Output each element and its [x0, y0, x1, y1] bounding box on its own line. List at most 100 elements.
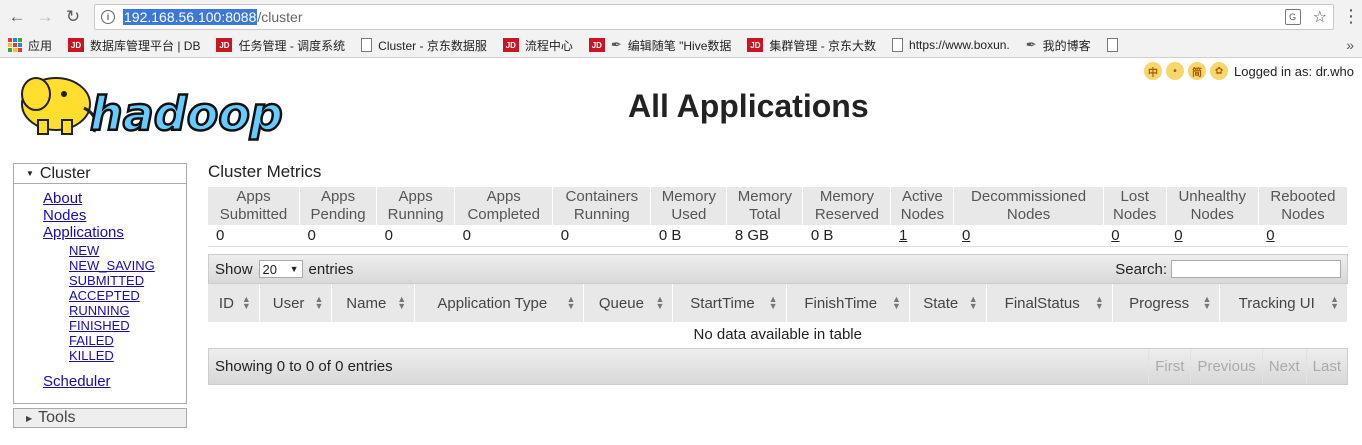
extension-simplified-icon[interactable]: 简	[1188, 62, 1207, 80]
extension-dot-icon[interactable]: •	[1166, 62, 1185, 80]
jd-icon: JD	[216, 38, 233, 52]
document-icon	[1106, 38, 1118, 52]
sidebar-link-state[interactable]: RUNNING	[69, 303, 186, 318]
reload-icon[interactable]: ↻	[62, 6, 84, 28]
metrics-value: 1	[890, 225, 954, 247]
metrics-header-line: Completed	[467, 206, 540, 223]
metrics-value-link[interactable]: 1	[899, 227, 907, 244]
metrics-header: Containers Running	[552, 187, 652, 225]
metrics-header-line: Containers	[565, 188, 639, 205]
bookmark-star-icon[interactable]: ☆	[1313, 7, 1327, 27]
bookmark-item[interactable]: JD 任务管理 - 调度系统	[216, 37, 345, 54]
sidebar-link-applications[interactable]: Applications	[43, 224, 186, 241]
column-header[interactable]: ID ▲ ▼	[208, 284, 260, 322]
info-icon[interactable]: i	[101, 9, 115, 24]
column-header[interactable]: StartTime ▲ ▼	[672, 284, 787, 322]
pager-last-button[interactable]: Last	[1305, 349, 1347, 384]
table-row: No data available in table	[208, 322, 1348, 346]
extension-flower-icon[interactable]: ✿	[1210, 62, 1229, 80]
bookmark-item[interactable]: JD 流程中心	[502, 37, 573, 54]
metrics-header-line: Unhealthy	[1178, 188, 1247, 205]
bookmark-item[interactable]: JD ✒ 编辑随笔 "Hive数据	[588, 37, 732, 54]
metrics-header: Lost Nodes	[1103, 187, 1167, 225]
bookmark-label: 编辑随笔 "Hive数据	[627, 38, 732, 53]
metrics-value: 8 GB	[726, 225, 803, 247]
column-header-label: Application Type	[437, 294, 548, 312]
metrics-header-line: Reserved	[814, 206, 880, 223]
sidebar-link-state[interactable]: NEW_SAVING	[69, 258, 186, 273]
bookmark-item[interactable]: JD 集群管理 - 京东大数	[747, 37, 876, 54]
sort-arrows-icon: ▲ ▼	[397, 294, 407, 311]
bookmark-item[interactable]	[1106, 38, 1124, 52]
search-input[interactable]	[1171, 260, 1341, 278]
column-header[interactable]: Progress ▲ ▼	[1112, 284, 1221, 322]
forward-arrow-icon[interactable]: →	[34, 6, 56, 28]
sidebar: ▼ Cluster About Nodes Applications NEW N…	[13, 163, 187, 428]
metrics-header: Memory Total	[726, 187, 804, 225]
column-header[interactable]: Application Type ▲ ▼	[414, 284, 585, 322]
metrics-value-link[interactable]: 0	[1266, 227, 1274, 244]
more-bookmarks-icon[interactable]: »	[1346, 37, 1354, 53]
bookmark-item[interactable]: ✒ 我的博客	[1026, 37, 1091, 54]
sidebar-link-state[interactable]: NEW	[69, 243, 186, 258]
pen-icon: ✒	[1025, 37, 1037, 52]
metrics-header-line: Nodes	[1281, 206, 1325, 223]
column-header-label: Progress	[1129, 294, 1190, 312]
column-header[interactable]: FinalStatus ▲ ▼	[986, 284, 1113, 322]
tools-toggle[interactable]: ▶ Tools	[13, 408, 187, 428]
pager-first-button[interactable]: First	[1148, 349, 1190, 384]
sidebar-link-state[interactable]: FINISHED	[69, 318, 186, 333]
sort-arrows-icon: ▲ ▼	[655, 294, 665, 311]
sidebar-link-state[interactable]: FAILED	[69, 333, 186, 348]
pager-next-button[interactable]: Next	[1261, 349, 1306, 384]
sort-arrows-icon: ▲ ▼	[1094, 294, 1104, 311]
metrics-header: Rebooted Nodes	[1258, 187, 1349, 225]
datatable-toolbar: Show 20 ▼ entries Search:	[208, 254, 1348, 284]
sidebar-link-scheduler[interactable]: Scheduler	[43, 373, 186, 390]
entries-select[interactable]: 20 ▼	[258, 260, 303, 278]
triangle-right-icon: ▶	[26, 413, 33, 423]
bookmark-item[interactable]: https://www.boxun.	[892, 38, 1010, 52]
extension-chinese-icon[interactable]: 中	[1144, 62, 1163, 80]
metrics-value: 0	[376, 225, 455, 247]
column-header[interactable]: State ▲ ▼	[909, 284, 987, 322]
bookmark-item[interactable]: JD 数据库管理平台 | DB	[68, 37, 200, 54]
column-header[interactable]: FinishTime ▲ ▼	[786, 284, 910, 322]
sidebar-link-about[interactable]: About	[43, 190, 186, 207]
column-header[interactable]: Name ▲ ▼	[331, 284, 416, 322]
cluster-toggle[interactable]: ▼ Cluster	[14, 164, 186, 184]
metrics-header: Apps Pending	[299, 187, 378, 225]
cluster-metrics-title: Cluster Metrics	[208, 162, 322, 181]
bookmark-apps[interactable]: 应用	[8, 37, 52, 54]
metrics-header: Apps Completed	[454, 187, 554, 225]
bookmark-label: 流程中心	[524, 38, 573, 53]
sidebar-link-state[interactable]: KILLED	[69, 348, 186, 363]
sidebar-link-state[interactable]: SUBMITTED	[69, 273, 186, 288]
translate-icon[interactable]: G	[1284, 8, 1301, 25]
metrics-value-link[interactable]: 0	[1174, 227, 1182, 244]
metrics-header-line: Apps	[486, 188, 521, 205]
bookmark-item[interactable]: Cluster - 京东数据服	[361, 37, 487, 54]
metrics-header-line: Running	[573, 206, 630, 223]
sort-arrows-icon: ▲ ▼	[314, 294, 324, 311]
hadoop-logo[interactable]: hadoop	[14, 64, 314, 144]
browser-menu-icon[interactable]: ⋮	[1342, 6, 1360, 27]
sidebar-link-state[interactable]: ACCEPTED	[69, 288, 186, 303]
svg-text:hadoop: hadoop	[90, 87, 283, 141]
column-header[interactable]: User ▲ ▼	[259, 284, 333, 322]
column-header-label: StartTime	[690, 294, 755, 312]
sidebar-link-nodes[interactable]: Nodes	[43, 207, 186, 224]
back-arrow-icon[interactable]: ←	[6, 6, 28, 28]
sort-arrows-icon: ▲ ▼	[241, 294, 251, 311]
document-icon	[892, 38, 904, 52]
metrics-value-link[interactable]: 0	[1111, 227, 1119, 244]
metrics-value: 0 B	[650, 225, 727, 247]
address-bar[interactable]: i 192.168.56.100:8088 /cluster G ☆	[94, 3, 1334, 30]
column-header-label: Tracking UI	[1238, 294, 1315, 312]
column-header[interactable]: Queue ▲ ▼	[583, 284, 674, 322]
column-header[interactable]: Tracking UI ▲ ▼	[1219, 284, 1348, 322]
pager-previous-button[interactable]: Previous	[1190, 349, 1261, 384]
bookmark-label: 应用	[28, 38, 53, 53]
metrics-value-link[interactable]: 0	[962, 227, 970, 244]
metrics-header: Decommissioned Nodes	[953, 187, 1104, 225]
